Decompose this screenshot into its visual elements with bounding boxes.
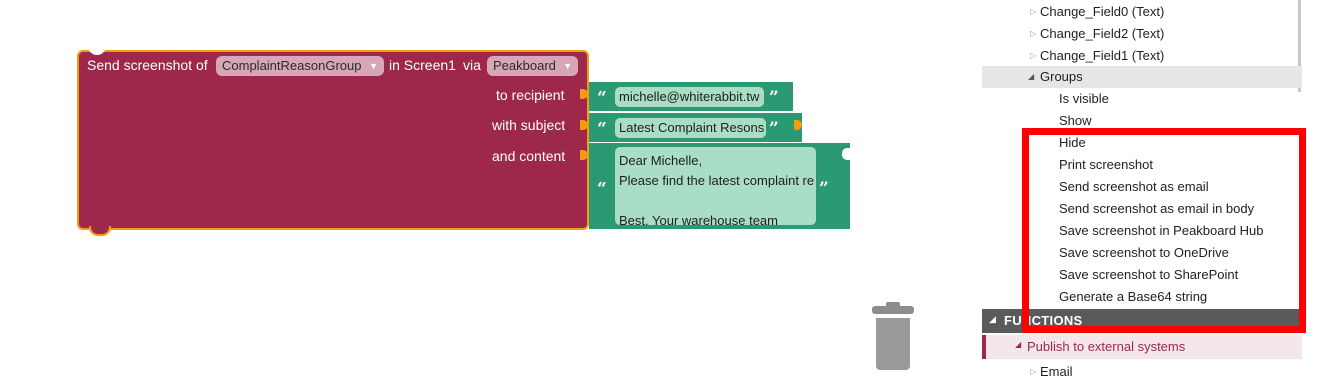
group-dropdown[interactable]: ComplaintReasonGroup ▼ [216,56,384,76]
close-quote-icon: ” [819,179,829,199]
block-prefix-label: Send screenshot of [87,57,208,73]
expand-triangle-icon[interactable]: ▷ [1030,361,1036,383]
expand-triangle-icon[interactable]: ▷ [1030,1,1036,23]
close-quote-icon: ” [769,119,779,139]
output-connector-slot [842,148,851,160]
trash-icon[interactable] [872,302,914,370]
content-text-field[interactable]: Dear Michelle, Please find the latest co… [615,147,816,225]
subject-label: with subject [492,117,566,133]
toolbox-item[interactable]: Change_Field2 (Text) [1040,23,1164,45]
collapse-triangle-icon: ◢ [989,314,996,324]
target-dropdown[interactable]: Peakboard ▼ [487,56,578,76]
collapse-triangle-icon: ◢ [1015,340,1022,349]
content-label: and content [492,148,566,164]
trash-can [876,318,910,370]
toolbox-item[interactable]: Is visible [1059,88,1109,110]
toolbox-item-email[interactable]: Email [1040,361,1073,383]
send-screenshot-block[interactable] [77,50,589,230]
toolbox-category-publish[interactable]: ◢ Publish to external systems [982,335,1302,359]
open-quote-icon: “ [597,179,607,199]
group-dropdown-value: ComplaintReasonGroup [222,58,362,73]
expand-triangle-icon[interactable]: ▷ [1030,45,1036,67]
toolbox-item[interactable]: Change_Field0 (Text) [1040,1,1164,23]
groups-label[interactable]: Groups [1040,66,1083,88]
open-quote-icon: “ [597,88,607,108]
subject-text-field[interactable]: Latest Complaint Resons [615,118,766,138]
blockly-workspace[interactable]: Send screenshot of ComplaintReasonGroup … [0,0,982,373]
block-screen-label: in Screen1 [389,57,456,73]
toolbox-item[interactable]: Change_Field1 (Text) [1040,45,1164,67]
subject-text-block[interactable]: “ Latest Complaint Resons ” [589,113,802,142]
content-text-block[interactable]: “ Dear Michelle, Please find the latest … [589,143,850,229]
expand-triangle-icon[interactable]: ▷ [1030,23,1036,45]
close-quote-icon: ” [769,88,779,108]
recipient-text-field[interactable]: michelle@whiterabbit.tw [615,87,764,107]
block-via-label: via [463,57,481,73]
chevron-down-icon: ▼ [369,61,378,71]
target-dropdown-value: Peakboard [493,58,556,73]
recipient-text-block[interactable]: “ michelle@whiterabbit.tw ” [589,82,793,111]
highlight-box [1022,128,1306,333]
open-quote-icon: “ [597,119,607,139]
publish-label: Publish to external systems [1027,339,1186,354]
chevron-down-icon: ▼ [563,61,572,71]
recipient-label: to recipient [496,87,565,103]
collapse-triangle-icon[interactable]: ◢ [1028,66,1034,88]
block-bottom-notch [89,226,111,236]
trash-lid [872,306,914,314]
